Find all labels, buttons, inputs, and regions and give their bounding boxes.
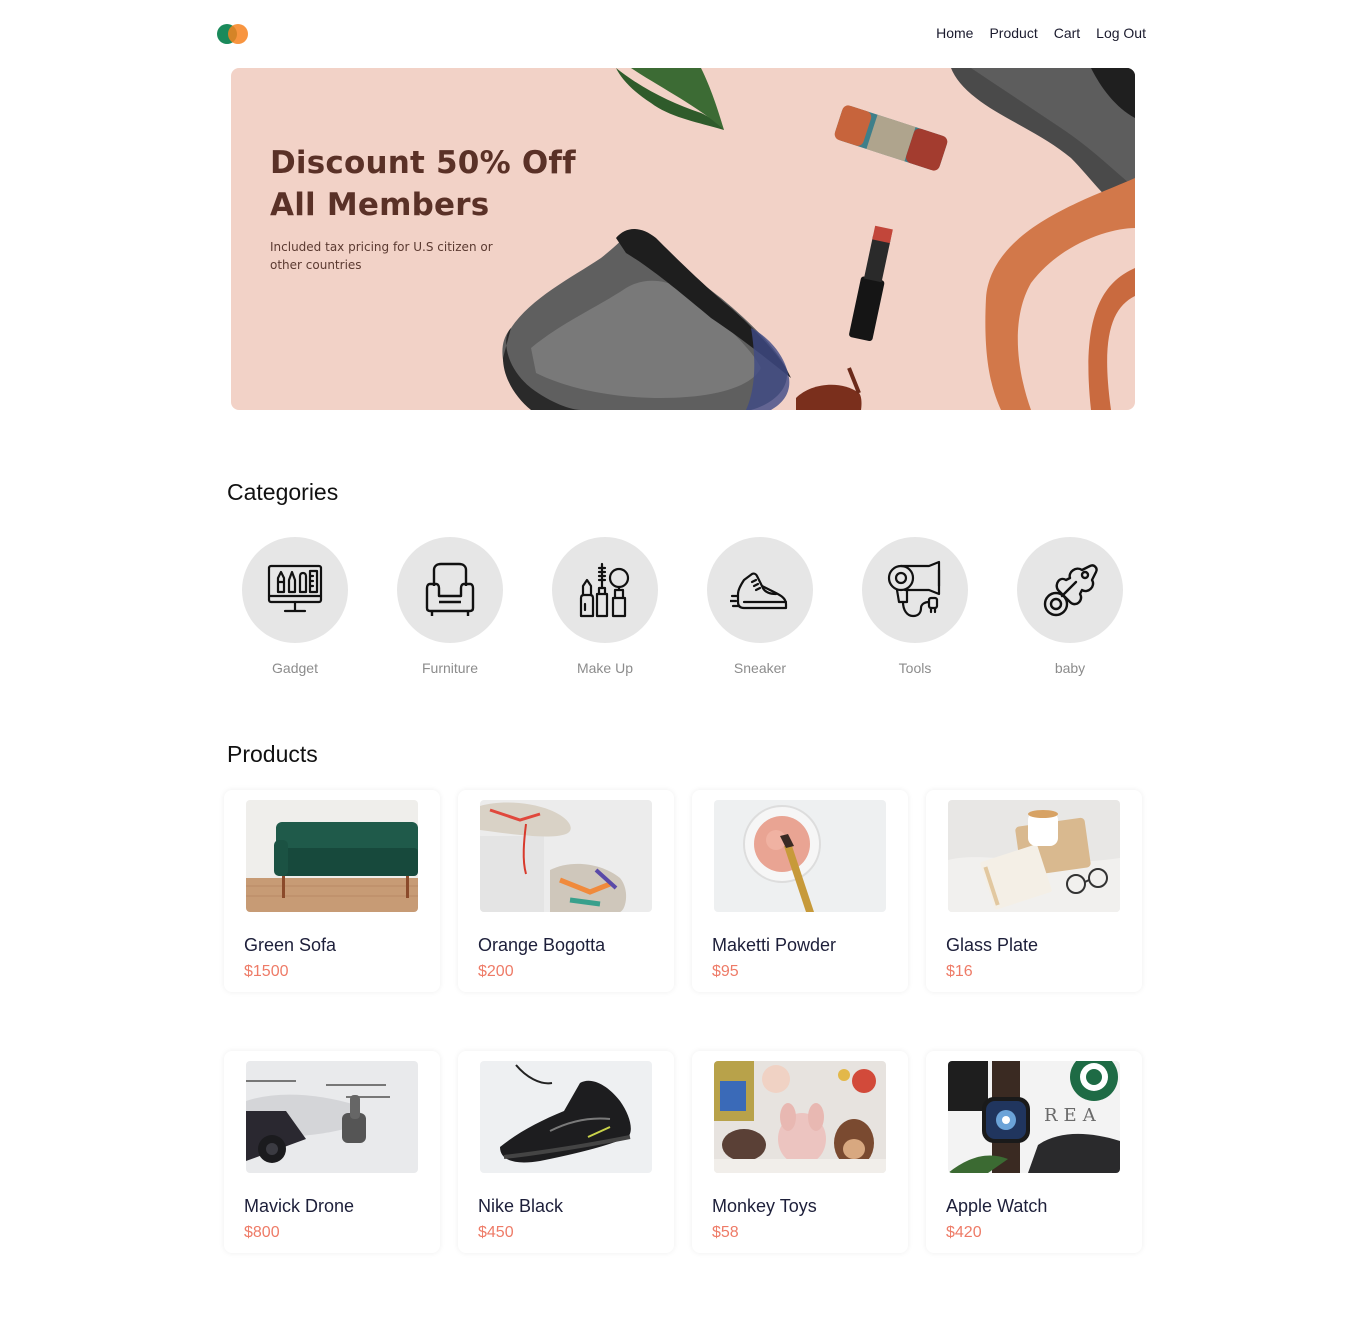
hero-subtext-line1: Included tax pricing for U.S citizen or [270, 240, 493, 254]
category-sneaker[interactable]: Sneaker [707, 537, 813, 676]
product-image-orange-bogotta [480, 800, 652, 912]
armchair-icon [425, 562, 475, 616]
category-label: Tools [898, 660, 932, 676]
product-name: Green Sofa [244, 935, 337, 955]
category-label: Gadget [272, 660, 318, 676]
product-image-green-sofa [246, 800, 418, 912]
nav-product-link[interactable]: Product [989, 25, 1037, 41]
category-circle [397, 537, 503, 643]
product-price: $95 [712, 963, 739, 980]
categories-title: Categories [227, 479, 339, 505]
product-price: $58 [712, 1224, 739, 1241]
category-gadget[interactable]: Gadget [242, 537, 348, 676]
product-card[interactable]: Monkey Toys $58 [692, 1051, 908, 1253]
product-name: Monkey Toys [712, 1196, 817, 1216]
hair-dryer-icon [887, 560, 941, 618]
product-image-nike-black [480, 1061, 652, 1173]
product-card[interactable]: Green Sofa $1500 [224, 790, 440, 992]
hero-subtext-line2: other countries [270, 258, 362, 272]
sneaker-icon [730, 572, 788, 610]
nav-logout-link[interactable]: Log Out [1096, 25, 1146, 41]
category-label: baby [1054, 660, 1086, 676]
top-navigation: Home Product Cart Log Out [936, 25, 1146, 41]
product-price: $1500 [244, 963, 289, 980]
hero-headline-line2: All Members [270, 187, 490, 223]
product-card[interactable]: Maketti Powder $95 [692, 790, 908, 992]
hero-subtext: Included tax pricing for U.S citizen or … [270, 238, 510, 274]
product-card[interactable]: Nike Black $450 [458, 1051, 674, 1253]
pacifier-icon [1043, 564, 1098, 617]
product-image-monkey-toys [714, 1061, 886, 1173]
product-name: Glass Plate [946, 935, 1039, 955]
category-label: Furniture [421, 660, 479, 676]
category-circle [552, 537, 658, 643]
category-tools[interactable]: Tools [862, 537, 968, 676]
svg-text:REA: REA [1044, 1105, 1102, 1126]
product-name: Orange Bogotta [478, 935, 606, 955]
category-circle [707, 537, 813, 643]
category-circle [1017, 537, 1123, 643]
category-make-up[interactable]: Make Up [552, 537, 658, 676]
product-name: Mavick Drone [244, 1196, 355, 1216]
hero-headline: Discount 50% Off All Members [270, 142, 610, 226]
category-baby[interactable]: baby [1017, 537, 1123, 676]
product-name: Apple Watch [946, 1196, 1048, 1216]
product-price: $200 [478, 963, 514, 980]
product-price: $16 [946, 963, 973, 980]
categories-list: Gadget Furniture Make Up Sneaker Tools b… [242, 537, 1123, 676]
hero-banner: Discount 50% Off All Members Included ta… [231, 68, 1135, 410]
category-circle [862, 537, 968, 643]
product-card[interactable]: Orange Bogotta $200 [458, 790, 674, 992]
product-image-apple-watch: REA [948, 1061, 1120, 1173]
monitor-tools-icon [267, 564, 323, 613]
nav-home-link[interactable]: Home [936, 25, 973, 41]
product-price: $800 [244, 1224, 280, 1241]
products-row-1: Green Sofa $1500 Orange Bogotta $200 Mak… [224, 790, 1142, 992]
products-row-2: Mavick Drone $800 Nike Black $450 Monkey… [224, 1051, 1142, 1253]
nav-cart-link[interactable]: Cart [1054, 25, 1080, 41]
product-price: $420 [946, 1224, 982, 1241]
product-name: Nike Black [478, 1196, 564, 1216]
product-image-mavick-drone [246, 1061, 418, 1173]
product-image-glass-plate [948, 800, 1120, 912]
product-price: $450 [478, 1224, 514, 1241]
brand-logo[interactable] [217, 24, 249, 44]
product-name: Maketti Powder [712, 935, 837, 955]
products-title: Products [227, 741, 318, 767]
makeup-icon [579, 562, 630, 618]
hero-headline-line1: Discount 50% Off [270, 145, 576, 181]
logo-orange-circle [228, 24, 248, 44]
category-circle [242, 537, 348, 643]
category-label: Make Up [576, 660, 634, 676]
category-label: Sneaker [733, 660, 787, 676]
product-card[interactable]: REA Apple Watch $420 [926, 1051, 1142, 1253]
category-furniture[interactable]: Furniture [397, 537, 503, 676]
product-image-maketti-powder [714, 800, 886, 912]
product-card[interactable]: Glass Plate $16 [926, 790, 1142, 992]
product-card[interactable]: Mavick Drone $800 [224, 1051, 440, 1253]
